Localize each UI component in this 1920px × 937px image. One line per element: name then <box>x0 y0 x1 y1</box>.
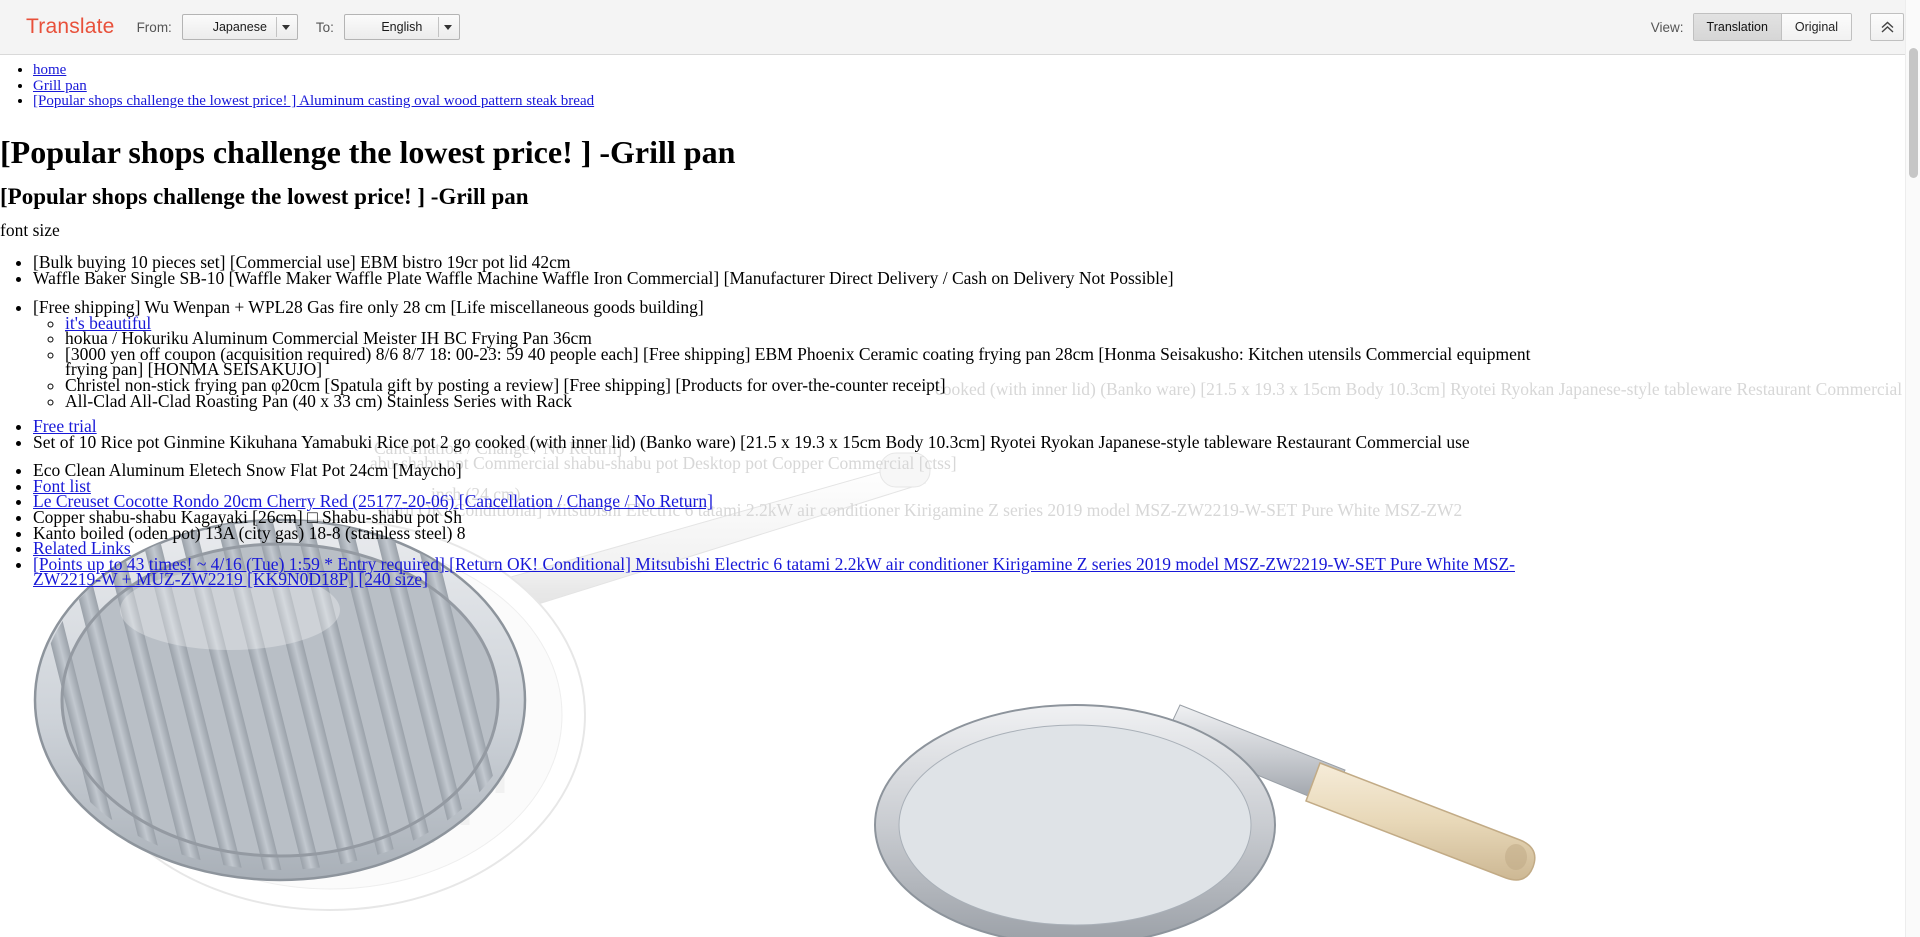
page-viewport: cooked (with inner lid) (Banko ware) [21… <box>0 55 1920 937</box>
view-translation-button[interactable]: Translation <box>1693 14 1781 40</box>
product-list-bottom: Free trial Set of 10 Rice pot Ginmine Ki… <box>0 417 1523 590</box>
list-item: Kanto boiled (oden pot) 13A (city gas) 1… <box>33 524 1523 542</box>
target-language-value: English <box>381 20 423 34</box>
link-points-air-conditioner[interactable]: [Points up to 43 times! ~ 4/16 (Tue) 1:5… <box>33 554 1515 590</box>
breadcrumb: home Grill pan [Popular shops challenge … <box>0 62 594 110</box>
breadcrumb-link-home[interactable]: home <box>33 62 66 78</box>
collapse-toolbar-button[interactable] <box>1870 13 1904 41</box>
view-original-button[interactable]: Original <box>1780 14 1851 40</box>
page-subtitle: [Popular shops challenge the lowest pric… <box>0 184 529 209</box>
list-item: Eco Clean Aluminum Eletech Snow Flat Pot… <box>33 462 1523 479</box>
target-language-select[interactable]: English <box>343 14 460 40</box>
list-item: [Free shipping] Wu Wenpan + WPL28 Gas fi… <box>33 298 1535 410</box>
list-item: [3000 yen off coupon (acquisition requir… <box>65 345 1535 378</box>
select-divider <box>275 17 277 37</box>
chevron-double-up-icon <box>1881 21 1893 33</box>
chevron-down-icon <box>281 25 290 30</box>
source-language-select[interactable]: Japanese <box>181 14 298 40</box>
breadcrumb-item: Grill pan <box>33 78 594 95</box>
product-list-top: [Bulk buying 10 pieces set] [Commercial … <box>0 253 1174 287</box>
view-label: View: <box>1650 19 1684 35</box>
breadcrumb-link-current[interactable]: [Popular shops challenge the lowest pric… <box>33 93 594 109</box>
list-item: Waffle Baker Single SB-10 [Waffle Maker … <box>33 269 1174 287</box>
breadcrumb-link-grill-pan[interactable]: Grill pan <box>33 78 87 94</box>
font-size-label: font size <box>0 220 60 240</box>
list-item: All-Clad All-Clad Roasting Pan (40 x 33 … <box>65 392 1535 410</box>
translate-brand-label: Translate <box>26 15 115 38</box>
view-mode-toggle-group: Translation Original <box>1692 13 1852 41</box>
select-divider <box>437 17 439 37</box>
vertical-scrollbar[interactable] <box>1905 0 1920 937</box>
toolbar-right-group: View: Translation Original <box>1651 13 1904 41</box>
scrollbar-thumb[interactable] <box>1909 48 1918 178</box>
list-item: Set of 10 Rice pot Ginmine Kikuhana Yama… <box>33 433 1523 451</box>
to-label: To: <box>315 19 334 35</box>
source-language-value: Japanese <box>212 20 267 34</box>
breadcrumb-item: [Popular shops challenge the lowest pric… <box>33 93 594 110</box>
product-sublist: it's beautiful hokua / Hokuriku Aluminum… <box>33 314 1535 410</box>
list-item: [Points up to 43 times! ~ 4/16 (Tue) 1:5… <box>33 554 1523 590</box>
translate-toolbar: Translate From: Japanese To: English Vie… <box>0 0 1920 55</box>
breadcrumb-item: home <box>33 62 594 79</box>
page-title: [Popular shops challenge the lowest pric… <box>0 134 736 170</box>
translate-toolbar-inner: Translate From: Japanese To: English Vie… <box>0 0 1920 54</box>
chevron-down-icon <box>443 25 452 30</box>
from-label: From: <box>136 19 172 35</box>
product-list-group: [Free shipping] Wu Wenpan + WPL28 Gas fi… <box>0 298 1535 410</box>
